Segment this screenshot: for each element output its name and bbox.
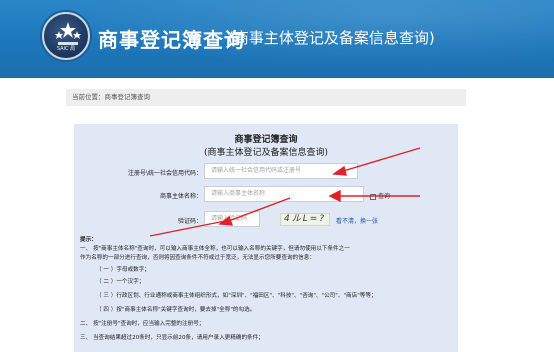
arrow-line xyxy=(225,197,291,223)
arrow-head-icon xyxy=(332,165,347,176)
arrow-head-icon xyxy=(328,189,341,203)
arrow-line xyxy=(339,147,421,173)
annotation-arrows xyxy=(149,147,421,237)
arrow-line xyxy=(149,219,231,237)
